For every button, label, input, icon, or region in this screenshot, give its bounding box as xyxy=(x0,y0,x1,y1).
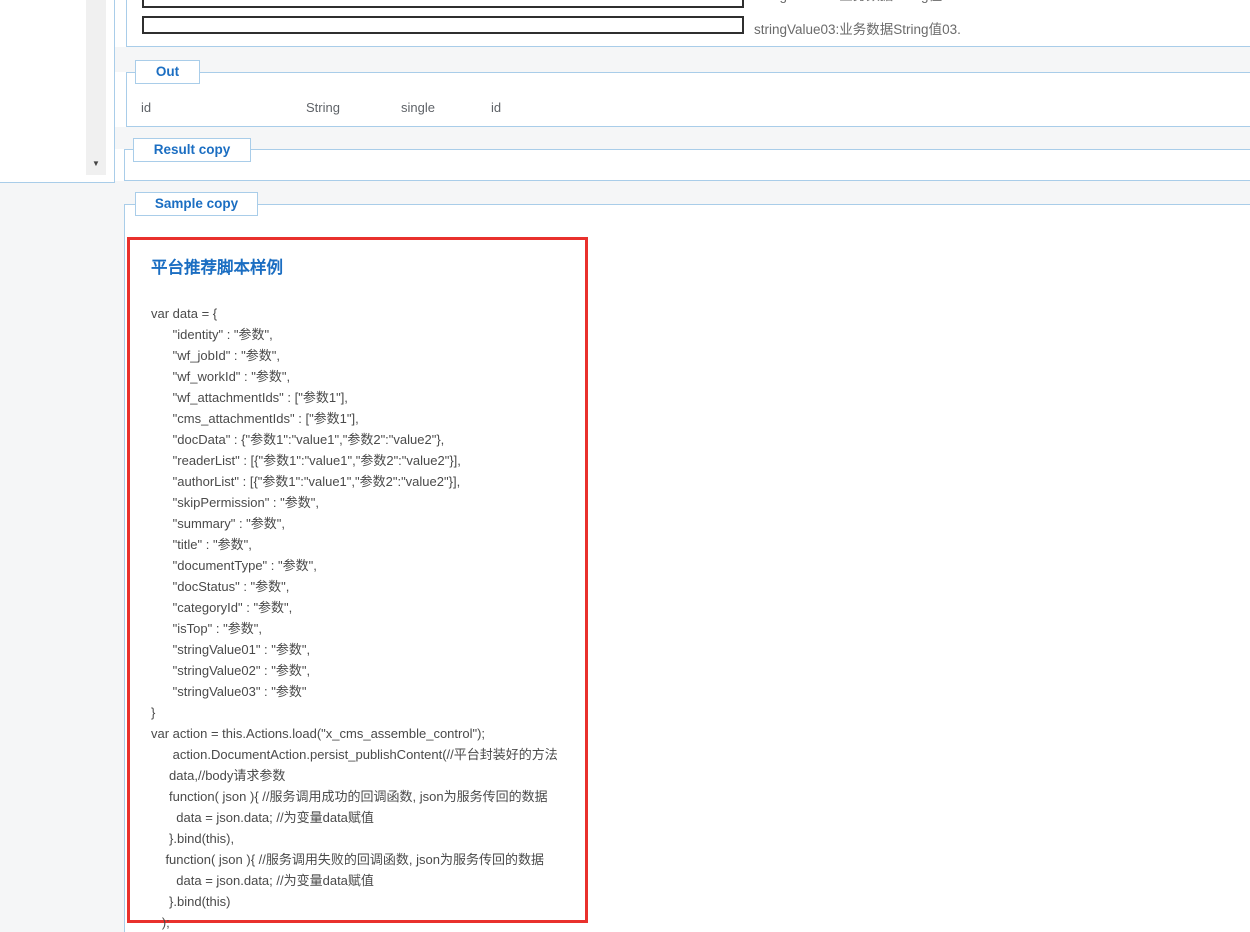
section-gap xyxy=(114,181,1250,204)
script-sample-highlight-box: 平台推荐脚本样例 var data = { "identity" : "参数",… xyxy=(127,237,588,930)
page-background xyxy=(0,183,126,932)
result-copy-legend: Result copy xyxy=(133,138,251,162)
result-copy-fieldset xyxy=(124,149,1250,181)
stringvalue02-input[interactable] xyxy=(142,0,744,8)
page: ▼ stringValue02:业务数据String值02. stringVal… xyxy=(0,0,1250,932)
out-column-id: id xyxy=(141,100,152,115)
script-sample-title: 平台推荐脚本样例 xyxy=(151,259,283,277)
stringvalue03-label: stringValue03:业务数据String值03. xyxy=(754,22,961,37)
sample-copy-legend: Sample copy xyxy=(135,192,258,216)
out-column-cardinality: single xyxy=(401,100,435,115)
vertical-scrollbar[interactable]: ▼ xyxy=(86,0,106,175)
out-fieldset: id String single id xyxy=(126,72,1250,127)
out-column-type: String xyxy=(306,100,340,115)
scroll-down-icon[interactable]: ▼ xyxy=(86,159,106,169)
out-column-name: id xyxy=(491,100,502,115)
out-section-legend: Out xyxy=(135,60,200,84)
section-gap xyxy=(114,127,1250,149)
left-list-panel: ▼ xyxy=(0,0,115,183)
stringvalue03-input[interactable] xyxy=(142,16,744,34)
script-sample-code: var data = { "identity" : "参数", "wf_jobI… xyxy=(151,306,558,930)
stringvalue02-label: stringValue02:业务数据String值02. xyxy=(754,0,961,4)
section-gap xyxy=(114,47,1250,72)
form-fieldset: stringValue02:业务数据String值02. stringValue… xyxy=(126,0,1250,47)
